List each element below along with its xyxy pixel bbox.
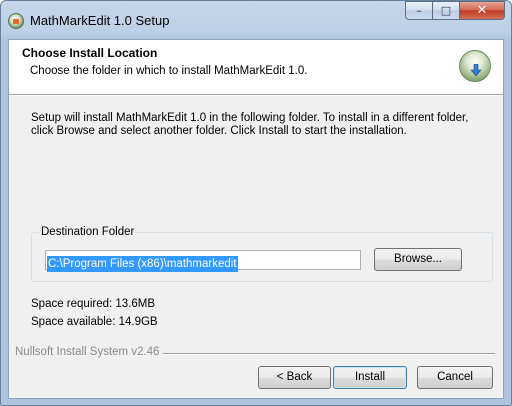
nsis-branding: Nullsoft Install System v2.46 [15, 346, 164, 358]
space-required: Space required: 13.6MB [31, 298, 156, 310]
close-button[interactable]: ✕ [459, 1, 505, 20]
window-title: MathMarkEdit 1.0 Setup [30, 13, 170, 28]
destination-label: Destination Folder [39, 226, 137, 238]
page-title: Choose Install Location [22, 46, 158, 60]
maximize-icon: □ [440, 4, 452, 17]
minimize-icon: – [416, 4, 422, 17]
destination-path-value: C:\Program Files (x86)\mathmarkedit [47, 256, 238, 272]
back-button[interactable]: < Back [258, 366, 331, 389]
dialog-client-area: Choose Install Location Choose the folde… [8, 39, 504, 399]
footer-divider [159, 353, 495, 355]
download-arrow-icon [471, 64, 481, 76]
close-icon: ✕ [476, 3, 488, 18]
install-button[interactable]: Install [333, 366, 407, 389]
title-bar[interactable]: MathMarkEdit 1.0 Setup – □ ✕ [1, 1, 511, 39]
page-subtitle: Choose the folder in which to install Ma… [30, 65, 308, 77]
maximize-button[interactable]: □ [432, 1, 459, 20]
space-available: Space available: 14.9GB [31, 316, 158, 328]
page-header: Choose Install Location Choose the folde… [9, 40, 503, 95]
installer-window: MathMarkEdit 1.0 Setup – □ ✕ Choose Inst… [0, 0, 512, 406]
destination-path-input[interactable]: C:\Program Files (x86)\mathmarkedit [45, 250, 361, 272]
intro-text: Setup will install MathMarkEdit 1.0 in t… [31, 112, 469, 137]
app-icon [8, 13, 24, 29]
header-divider [9, 95, 503, 96]
installer-globe-icon [459, 50, 491, 82]
cancel-button[interactable]: Cancel [417, 366, 493, 389]
browse-button[interactable]: Browse... [374, 248, 462, 271]
minimize-button[interactable]: – [405, 1, 432, 20]
window-controls: – □ ✕ [405, 1, 505, 21]
